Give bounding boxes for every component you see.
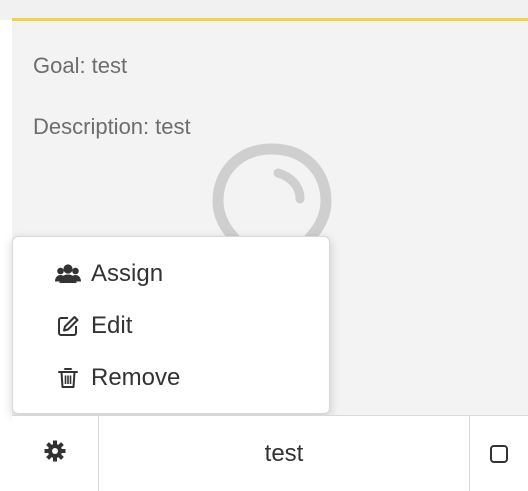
goal-label: Goal:: [33, 53, 86, 78]
page: Goal: test Description: test Assign Edit…: [0, 0, 528, 491]
menu-item-remove-label: Remove: [91, 364, 181, 391]
row-name: test: [99, 416, 470, 491]
edit-icon: [55, 313, 81, 339]
description-value: test: [155, 114, 191, 139]
menu-item-assign-label: Assign: [91, 260, 164, 287]
users-icon: [55, 261, 81, 287]
table-row: test: [12, 415, 528, 491]
row-checkbox[interactable]: [490, 444, 508, 463]
settings-button[interactable]: [12, 416, 99, 491]
row-checkbox-cell: [470, 416, 528, 491]
trash-icon: [55, 365, 81, 391]
menu-item-assign[interactable]: Assign: [13, 254, 329, 294]
goal-line: Goal: test: [33, 53, 127, 79]
description-line: Description: test: [33, 114, 191, 140]
menu-item-edit-label: Edit: [91, 312, 133, 339]
gear-icon: [44, 440, 66, 467]
menu-item-edit[interactable]: Edit: [13, 306, 329, 346]
description-label: Description:: [33, 114, 150, 139]
goal-value: test: [91, 53, 128, 78]
top-strip: [0, 0, 528, 20]
menu-item-remove[interactable]: Remove: [13, 358, 329, 398]
context-menu: Assign Edit Remove: [12, 236, 330, 414]
